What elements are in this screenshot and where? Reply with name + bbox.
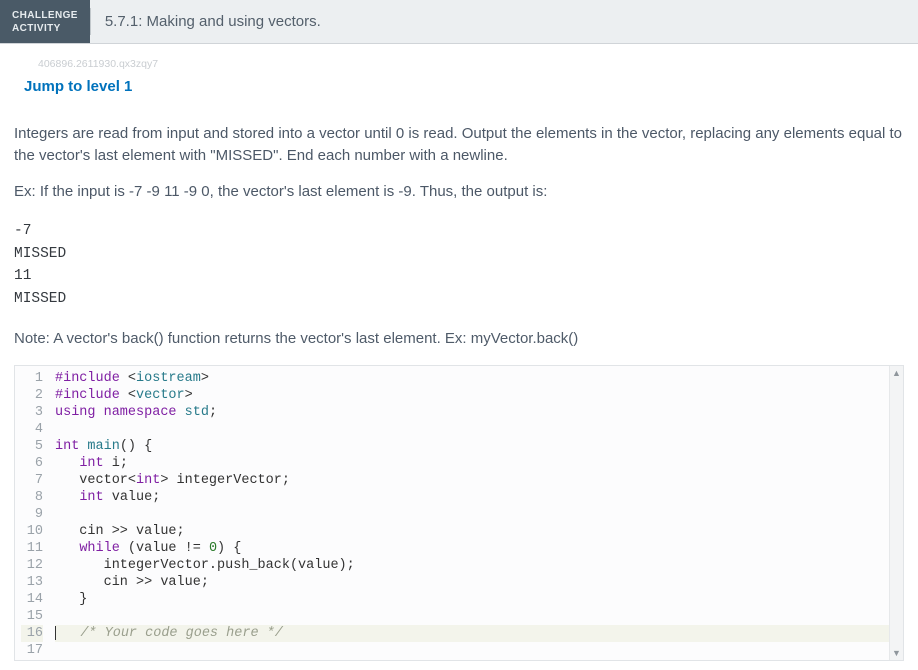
- scroll-up-arrow-icon[interactable]: ▲: [890, 366, 903, 380]
- challenge-label-line2: ACTIVITY: [12, 22, 78, 35]
- prompt-paragraph-1: Integers are read from input and stored …: [14, 123, 904, 167]
- prompt-paragraph-2: Ex: If the input is -7 -9 11 -9 0, the v…: [14, 181, 904, 203]
- challenge-label-line1: CHALLENGE: [12, 9, 78, 22]
- editor-gutter: 1234567891011121314151617: [15, 366, 51, 660]
- code-editor[interactable]: 1234567891011121314151617 #include <iost…: [14, 365, 904, 661]
- vertical-scrollbar[interactable]: ▲ ▼: [889, 366, 903, 660]
- example-output: -7 MISSED 11 MISSED: [14, 220, 904, 310]
- content-area: 406896.2611930.qx3zqy7 Jump to level 1 I…: [0, 44, 918, 661]
- editor-code-area[interactable]: #include <iostream>#include <vector>usin…: [51, 366, 903, 660]
- header-bar: CHALLENGE ACTIVITY 5.7.1: Making and usi…: [0, 0, 918, 44]
- watermark-id: 406896.2611930.qx3zqy7: [38, 58, 904, 70]
- page-title: 5.7.1: Making and using vectors.: [91, 0, 335, 43]
- scroll-down-arrow-icon[interactable]: ▼: [890, 646, 903, 660]
- challenge-activity-badge: CHALLENGE ACTIVITY: [0, 0, 90, 43]
- note-text: Note: A vector's back() function returns…: [14, 330, 904, 347]
- jump-to-level-link[interactable]: Jump to level 1: [24, 78, 132, 95]
